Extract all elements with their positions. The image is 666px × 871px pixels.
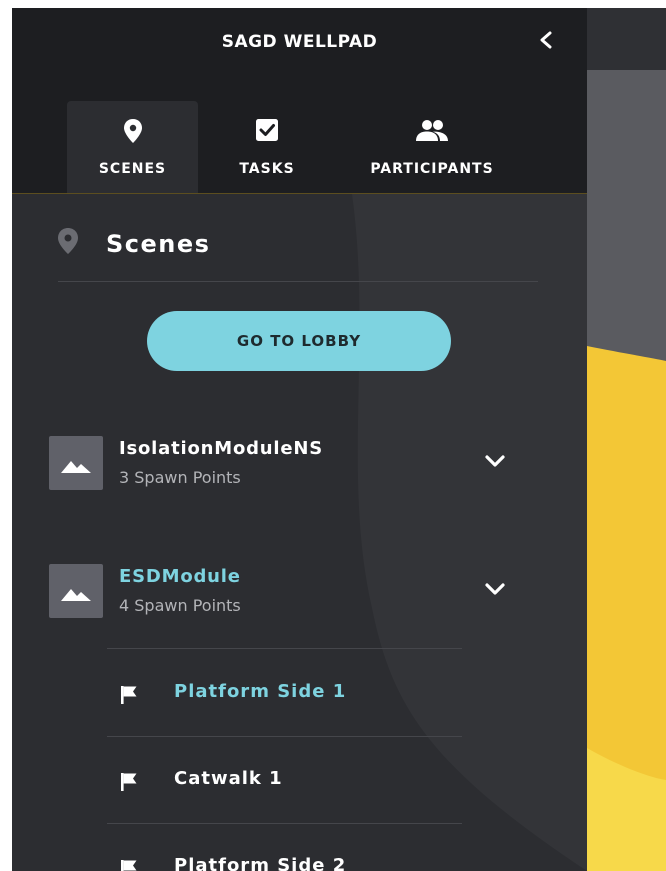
collapse-scene-button[interactable]: [481, 578, 509, 600]
panel-title: SAGD WELLPAD: [221, 32, 378, 52]
chevron-left-icon: [540, 31, 552, 49]
checkbox-icon: [256, 119, 278, 141]
spawn-point-name: Platform Side 2: [174, 855, 347, 871]
scene-spawn-count: 4 Spawn Points: [119, 596, 241, 615]
tab-scenes-label: SCENES: [98, 161, 167, 177]
tab-divider: [12, 193, 587, 194]
tab-scenes[interactable]: SCENES: [67, 101, 198, 194]
flag-icon: [121, 773, 137, 791]
panel-header: SAGD WELLPAD SCENES TASKS PARTICIPANTS: [12, 8, 587, 194]
scene-row[interactable]: IsolationModuleNS 3 Spawn Points: [12, 420, 587, 500]
spawn-point-item[interactable]: Catwalk 1: [107, 738, 462, 824]
flag-icon: [121, 860, 137, 871]
chevron-down-icon: [485, 455, 505, 467]
people-icon: [416, 120, 448, 141]
list-divider: [107, 648, 462, 649]
spawn-point-name: Platform Side 1: [174, 681, 347, 702]
location-pin-icon: [123, 119, 142, 143]
collapse-panel-button[interactable]: [532, 24, 560, 56]
section-title: Scenes: [106, 230, 211, 258]
scene-spawn-count: 3 Spawn Points: [119, 468, 241, 487]
scene-name: IsolationModuleNS: [119, 438, 324, 459]
list-divider: [107, 823, 462, 824]
flag-icon: [121, 686, 137, 704]
scene-thumbnail: [49, 436, 103, 490]
scene-thumbnail: [49, 564, 103, 618]
spawn-point-name: Catwalk 1: [174, 768, 283, 789]
list-divider: [107, 736, 462, 737]
location-pin-icon: [58, 228, 78, 254]
tab-tasks-label: TASKS: [239, 161, 295, 177]
tab-participants-label: PARTICIPANTS: [370, 161, 494, 177]
scene-name: ESDModule: [119, 566, 241, 587]
tab-participants[interactable]: PARTICIPANTS: [362, 101, 502, 194]
chevron-down-icon: [485, 583, 505, 595]
section-header: [56, 226, 80, 266]
scene-row[interactable]: ESDModule 4 Spawn Points: [12, 548, 587, 628]
expand-scene-button[interactable]: [481, 450, 509, 472]
scenes-panel: SAGD WELLPAD SCENES TASKS PARTICIPANTS S…: [12, 8, 587, 871]
image-icon: [61, 461, 91, 473]
image-icon: [61, 589, 91, 601]
section-divider: [58, 281, 538, 282]
go-to-lobby-button[interactable]: GO TO LOBBY: [147, 311, 451, 371]
spawn-point-item[interactable]: Platform Side 1: [107, 651, 462, 737]
tab-tasks[interactable]: TASKS: [224, 101, 310, 194]
spawn-point-item[interactable]: Platform Side 2: [107, 825, 462, 871]
